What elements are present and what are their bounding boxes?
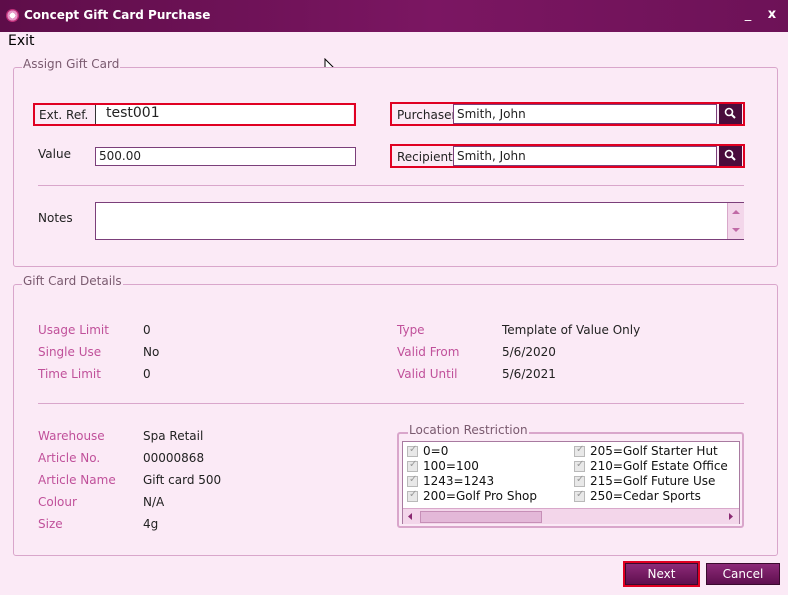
notes-label: Notes [38, 211, 73, 225]
scroll-up-arrow-icon [732, 210, 740, 214]
location-item[interactable]: 0=0 [423, 444, 448, 458]
assign-divider [38, 185, 744, 186]
recipient-input[interactable]: Smith, John [453, 146, 717, 166]
cancel-button[interactable]: Cancel [706, 563, 780, 585]
search-icon [724, 107, 736, 119]
location-checkbox[interactable] [407, 459, 418, 472]
purchaser-input[interactable]: Smith, John [453, 104, 717, 124]
location-checkbox[interactable] [407, 444, 418, 457]
location-checkbox[interactable] [574, 489, 585, 502]
location-checkbox[interactable] [574, 474, 585, 487]
window-title: Concept Gift Card Purchase [24, 8, 211, 22]
ext-ref-label: Ext. Ref. [39, 108, 89, 122]
scroll-left-arrow-icon[interactable] [405, 511, 416, 522]
colour-label: Colour [38, 495, 77, 509]
location-checkbox[interactable] [574, 459, 585, 472]
usage-limit-label: Usage Limit [38, 323, 109, 337]
single-use-label: Single Use [38, 345, 102, 359]
location-restriction-title: Location Restriction [408, 423, 529, 437]
location-item[interactable]: 210=Golf Estate Office [590, 459, 728, 473]
location-hscrollbar[interactable] [403, 508, 739, 524]
time-limit-label: Time Limit [38, 367, 101, 381]
valid-until-value: 5/6/2021 [502, 367, 556, 381]
app-icon [6, 9, 19, 22]
warehouse-value: Spa Retail [143, 429, 204, 443]
time-limit-value: 0 [143, 367, 151, 381]
location-checkbox[interactable] [574, 444, 585, 457]
article-name-value: Gift card 500 [143, 473, 222, 487]
location-checkbox[interactable] [407, 489, 418, 502]
title-bar: Concept Gift Card Purchase _ x [0, 0, 788, 32]
location-item[interactable]: 200=Golf Pro Shop [423, 489, 537, 503]
assign-group-title: Assign Gift Card [22, 57, 121, 71]
article-no-label: Article No. [38, 451, 101, 465]
scrollbar-thumb[interactable] [420, 511, 542, 523]
notes-scrollbar[interactable] [727, 203, 744, 239]
details-group-title: Gift Card Details [22, 274, 123, 288]
size-label: Size [38, 517, 63, 531]
type-label: Type [397, 323, 425, 337]
scroll-right-arrow-icon[interactable] [725, 511, 736, 522]
usage-limit-value: 0 [143, 323, 151, 337]
location-item[interactable]: 100=100 [423, 459, 479, 473]
valid-until-label: Valid Until [397, 367, 458, 381]
colour-value: N/A [143, 495, 165, 509]
search-icon [724, 149, 736, 161]
close-button[interactable]: x [764, 7, 780, 23]
warehouse-label: Warehouse [38, 429, 105, 443]
notes-textarea[interactable] [95, 202, 744, 240]
recipient-search-button[interactable] [719, 146, 742, 166]
scroll-down-arrow-icon [732, 228, 740, 232]
purchaser-label: Purchaser [397, 108, 457, 122]
valid-from-label: Valid From [397, 345, 460, 359]
value-label: Value [38, 147, 71, 161]
next-button[interactable]: Next [625, 563, 698, 585]
valid-from-value: 5/6/2020 [502, 345, 556, 359]
type-value: Template of Value Only [502, 323, 641, 337]
details-divider [38, 403, 744, 404]
location-item[interactable]: 215=Golf Future Use [590, 474, 715, 488]
purchaser-search-button[interactable] [719, 104, 742, 124]
article-no-value: 00000868 [143, 451, 205, 465]
recipient-label: Recipient [397, 150, 453, 164]
article-name-label: Article Name [38, 473, 116, 487]
location-list[interactable]: 0=0 100=100 1243=1243 200=Golf Pro Shop … [402, 441, 740, 524]
size-value: 4g [143, 517, 159, 531]
single-use-value: No [143, 345, 160, 359]
menu-exit[interactable]: Exit [8, 33, 35, 49]
menu-bar: Exit [0, 32, 788, 52]
minimize-button[interactable]: _ [740, 7, 756, 23]
ext-ref-input[interactable]: test001 [95, 105, 353, 124]
location-item[interactable]: 205=Golf Starter Hut [590, 444, 718, 458]
value-input[interactable]: 500.00 [95, 147, 356, 166]
location-item[interactable]: 1243=1243 [423, 474, 494, 488]
location-checkbox[interactable] [407, 474, 418, 487]
location-item[interactable]: 250=Cedar Sports [590, 489, 701, 503]
